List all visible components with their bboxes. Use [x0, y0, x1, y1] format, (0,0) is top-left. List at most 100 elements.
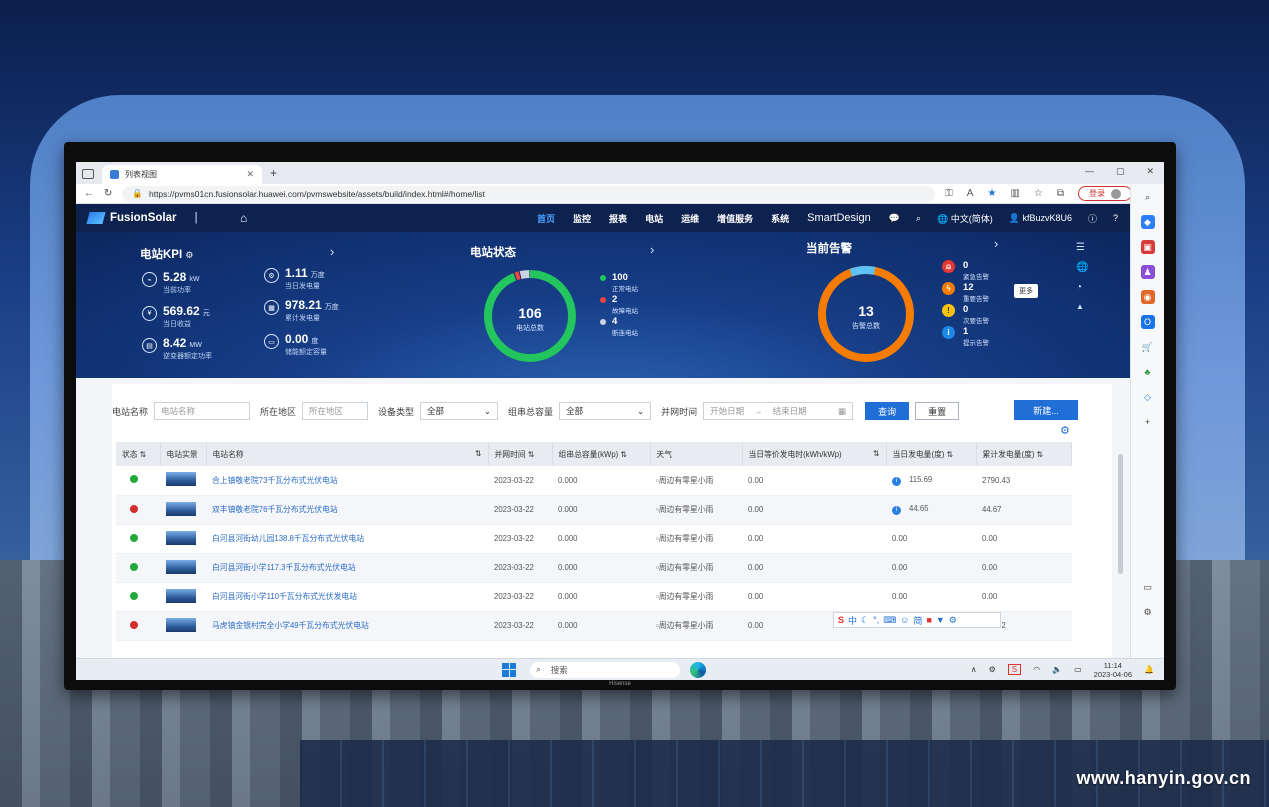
- shopping-icon[interactable]: 🛒: [1141, 340, 1155, 354]
- station-photo[interactable]: [166, 530, 196, 545]
- punctuation-icon[interactable]: °,: [873, 615, 879, 625]
- column-header-daily-energy[interactable]: 当日发电量(度) ⇅: [886, 442, 977, 466]
- station-name-link[interactable]: 白河县河街小学117.3千瓦分布式光伏电站: [212, 563, 356, 572]
- sort-icon[interactable]: ⇅: [1037, 450, 1044, 459]
- table-row[interactable]: 双丰镇敬老院76千瓦分布式光伏电站 2023-03-22 0.000 ▫周边有零星小雨…: [116, 495, 1072, 525]
- window-close-icon[interactable]: ✕: [1146, 166, 1154, 177]
- alarm-donut[interactable]: 13 告警总数: [814, 262, 918, 366]
- search-icon[interactable]: ⌕: [916, 213, 921, 224]
- chart-view-icon[interactable]: ◔: [1076, 282, 1088, 293]
- drop-icon[interactable]: ◇: [1141, 390, 1155, 404]
- key-icon[interactable]: ⚿: [945, 188, 953, 199]
- nav-item-stations[interactable]: 电站: [645, 212, 663, 225]
- new-station-button[interactable]: 新建...: [1014, 400, 1078, 420]
- table-row[interactable]: 合上镇敬老院73千瓦分布式光伏电站 2023-03-22 0.000 ▫周边有零星小雨…: [116, 466, 1072, 496]
- ime-language[interactable]: 中: [848, 614, 857, 627]
- region-input[interactable]: 所在地区: [302, 402, 369, 420]
- split-screen-icon[interactable]: ▥: [1010, 188, 1019, 199]
- browser-tab[interactable]: 列表视图 ✕: [102, 165, 262, 184]
- alarm-critical[interactable]: ⍝ 0 紧急告警: [942, 260, 989, 281]
- table-settings-icon[interactable]: ⚙: [1060, 424, 1070, 437]
- alarm-more-arrow-icon[interactable]: ›: [994, 236, 998, 251]
- taskbar-search[interactable]: ⌕ 搜索: [530, 661, 680, 678]
- new-tab-icon[interactable]: +: [270, 166, 277, 180]
- tab-actions-icon[interactable]: [82, 169, 94, 179]
- refresh-icon[interactable]: ↻: [104, 188, 112, 199]
- ime-settings-icon[interactable]: ⚙: [949, 615, 957, 626]
- chat-icon[interactable]: 💬: [889, 213, 900, 224]
- column-header-equiv-hours[interactable]: 当日等价发电时(kWh/kWp) ⇅: [742, 442, 887, 466]
- add-icon[interactable]: +: [1141, 415, 1155, 429]
- alarm-minor[interactable]: ! 0 次要告警: [942, 304, 989, 325]
- tab-close-icon[interactable]: ✕: [246, 169, 254, 180]
- login-button[interactable]: 登录: [1078, 186, 1132, 201]
- column-header-name[interactable]: 电站名称 ⇅: [206, 442, 489, 466]
- outlook-icon[interactable]: O: [1140, 315, 1155, 329]
- page-scrollbar[interactable]: [1118, 454, 1123, 574]
- keyboard-icon[interactable]: ⌨: [883, 615, 896, 626]
- favorite-star-icon[interactable]: ★: [987, 188, 996, 199]
- alarm-major[interactable]: ϟ 12 重要告警: [942, 282, 989, 303]
- help-icon[interactable]: ?: [1113, 213, 1118, 223]
- station-status-more-arrow-icon[interactable]: ›: [650, 242, 654, 257]
- sort-icon[interactable]: ⇅: [475, 449, 482, 458]
- station-name-link[interactable]: 合上镇敬老院73千瓦分布式光伏电站: [212, 476, 338, 485]
- chevron-up-icon[interactable]: ∧: [971, 665, 977, 674]
- sort-icon[interactable]: ⇅: [620, 450, 627, 459]
- nav-item-monitor[interactable]: 监控: [573, 212, 591, 225]
- station-name-link[interactable]: 双丰镇敬老院76千瓦分布式光伏电站: [212, 505, 338, 514]
- list-view-icon[interactable]: ☰: [1076, 242, 1088, 253]
- wifi-icon[interactable]: ◠: [1033, 665, 1040, 674]
- battery-icon[interactable]: ▭: [1074, 665, 1082, 674]
- info-icon[interactable]: i: [892, 505, 901, 515]
- nav-item-reports[interactable]: 报表: [609, 212, 627, 225]
- tag-icon[interactable]: ◆: [1140, 215, 1155, 229]
- collections-icon[interactable]: ⧉: [1057, 188, 1064, 199]
- info-icon[interactable]: i: [892, 476, 901, 486]
- search-icon[interactable]: ⌕: [1141, 190, 1155, 204]
- edge-browser-icon[interactable]: [690, 661, 706, 678]
- map-view-icon[interactable]: 🌐: [1076, 262, 1088, 273]
- shirt-icon[interactable]: ▼: [936, 615, 945, 625]
- sort-icon[interactable]: ⇅: [947, 450, 954, 459]
- tray-app-icon[interactable]: ⚙: [989, 665, 996, 674]
- station-photo[interactable]: [166, 559, 196, 574]
- sort-icon[interactable]: ⇅: [140, 450, 147, 459]
- station-name-link[interactable]: 白河县河街小学110千瓦分布式光伏发电站: [212, 592, 357, 601]
- language-selector[interactable]: 🌐 中文(简体): [937, 212, 993, 225]
- column-header-capacity[interactable]: 组串总容量(kWp) ⇅: [552, 442, 651, 466]
- notification-icon[interactable]: 🔔: [1144, 665, 1154, 674]
- station-photo[interactable]: [166, 617, 196, 632]
- date-range-picker[interactable]: 开始日期 → 结束日期 ▦: [703, 402, 854, 420]
- station-name-link[interactable]: 马虎镇金银村完全小学49千瓦分布式光伏电站: [212, 621, 369, 630]
- toolbox-icon[interactable]: ▣: [1140, 240, 1155, 254]
- column-header-status[interactable]: 状态 ⇅: [116, 442, 161, 466]
- clock[interactable]: 11:14 2023-04-06: [1094, 661, 1132, 679]
- back-icon[interactable]: ←: [84, 188, 94, 199]
- table-row[interactable]: 白河县河街幼儿园138.8千瓦分布式光伏电站 2023-03-22 0.000 ▫周边…: [116, 524, 1072, 554]
- device-type-select[interactable]: 全部 ⌄: [420, 402, 499, 420]
- user-menu[interactable]: 👤 kfBuzvK8U6: [1009, 213, 1072, 224]
- minimize-icon[interactable]: —: [1085, 166, 1094, 177]
- station-photo[interactable]: [166, 472, 196, 487]
- station-name-link[interactable]: 白河县河街幼儿园138.8千瓦分布式光伏电站: [212, 534, 364, 543]
- ime-simplified[interactable]: 简: [913, 614, 922, 627]
- collapse-up-icon[interactable]: ▲: [1076, 302, 1088, 311]
- sidebar-toggle-icon[interactable]: ▭: [1141, 580, 1155, 594]
- sort-icon[interactable]: ⇅: [528, 450, 535, 459]
- video-icon[interactable]: ■: [926, 615, 931, 625]
- kpi-more-arrow-icon[interactable]: ›: [330, 244, 334, 259]
- kpi-settings-icon[interactable]: ⚙: [185, 250, 193, 260]
- ime-logo-icon[interactable]: S: [838, 615, 844, 625]
- logo[interactable]: FusionSolar |: [86, 212, 228, 224]
- games-icon[interactable]: ♟: [1140, 265, 1155, 279]
- ime-tray-icon[interactable]: S: [1007, 664, 1022, 675]
- column-header-grid-date[interactable]: 并网时间 ⇅: [488, 442, 553, 466]
- maximize-icon[interactable]: ▢: [1116, 166, 1125, 177]
- tree-icon[interactable]: ♣: [1141, 365, 1155, 379]
- windows-start-icon[interactable]: [502, 662, 516, 677]
- sort-icon[interactable]: ⇅: [873, 449, 880, 458]
- query-button[interactable]: 查询: [865, 402, 910, 420]
- volume-icon[interactable]: 🔈: [1052, 665, 1062, 674]
- moon-icon[interactable]: ☾: [861, 615, 869, 626]
